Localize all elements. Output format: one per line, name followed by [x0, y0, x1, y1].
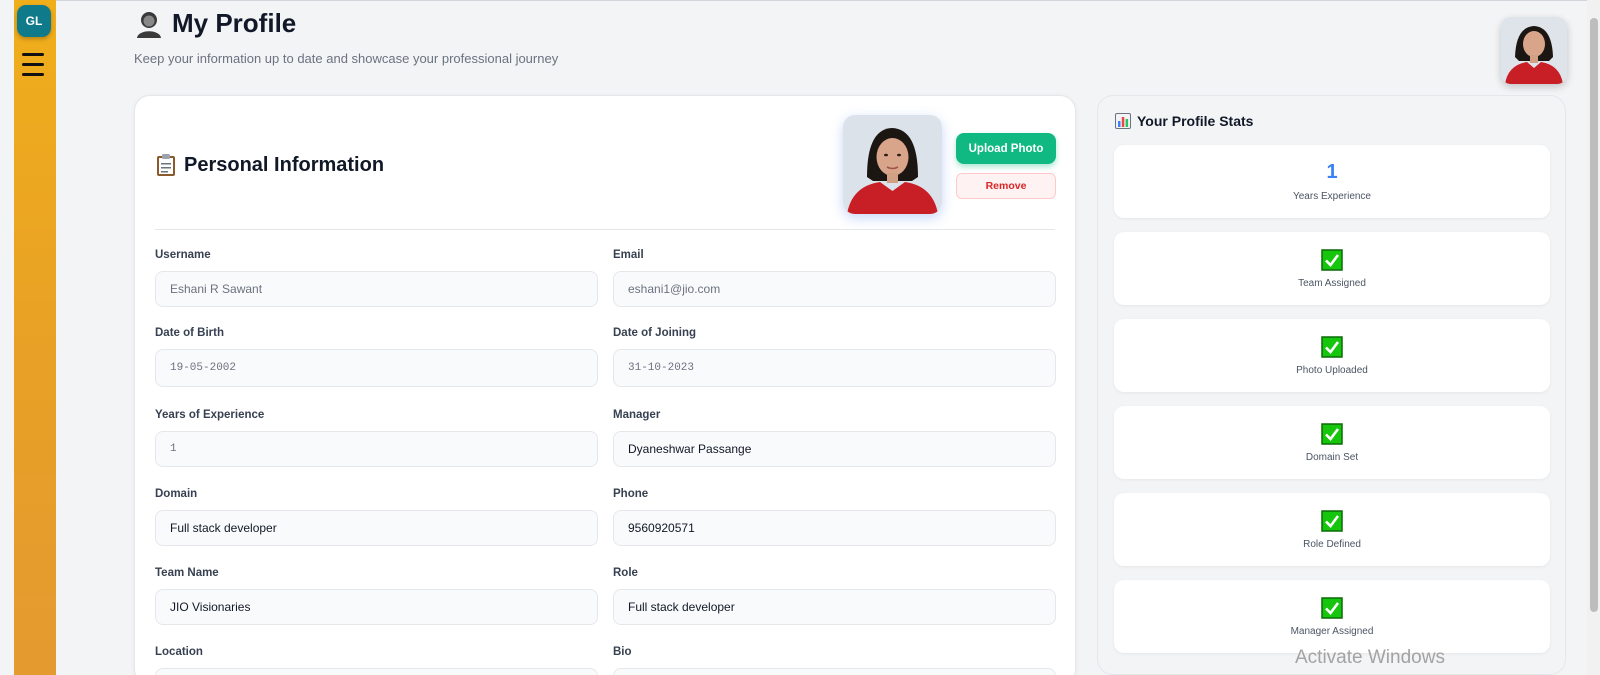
- upload-photo-button[interactable]: Upload Photo: [956, 133, 1056, 164]
- stat-label-team: Team Assigned: [1298, 277, 1366, 289]
- email-label: Email: [613, 249, 644, 261]
- team-name-field[interactable]: [155, 589, 598, 625]
- bar-chart-icon: [1115, 113, 1131, 129]
- stat-label-domain: Domain Set: [1305, 451, 1359, 463]
- stat-card-manager: Manager Assigned: [1114, 580, 1550, 653]
- stat-label-photo: Photo Uploaded: [1296, 364, 1368, 376]
- clipboard-icon: [157, 154, 175, 176]
- experience-field[interactable]: [155, 431, 598, 467]
- app-logo[interactable]: GL: [17, 5, 51, 37]
- stat-label-role: Role Defined: [1303, 538, 1361, 550]
- bio-label: Bio: [613, 646, 632, 658]
- profile-stats-panel: Your Profile Stats 1 Years Experience Te…: [1097, 95, 1566, 675]
- stat-card-role: Role Defined: [1114, 493, 1550, 566]
- role-label: Role: [613, 567, 638, 579]
- person-silhouette-icon: [137, 11, 161, 38]
- team-name-label: Team Name: [155, 567, 219, 579]
- doj-label: Date of Joining: [613, 327, 697, 339]
- location-field[interactable]: [155, 668, 598, 675]
- page-scrollbar[interactable]: [1587, 0, 1600, 675]
- domain-field[interactable]: [155, 510, 598, 546]
- check-mark-icon: [1321, 509, 1343, 532]
- doj-field[interactable]: [613, 349, 1056, 387]
- manager-label: Manager: [613, 409, 661, 421]
- email-field[interactable]: [613, 271, 1056, 307]
- page-title-text: My Profile: [172, 8, 297, 38]
- scrollbar-thumb[interactable]: [1590, 18, 1598, 612]
- check-mark-icon: [1321, 596, 1343, 619]
- dob-label: Date of Birth: [155, 327, 224, 339]
- dob-field[interactable]: [155, 349, 598, 387]
- stats-title: Your Profile Stats: [1115, 113, 1253, 129]
- stat-card-team: Team Assigned: [1114, 232, 1550, 305]
- username-field[interactable]: [155, 271, 598, 307]
- stat-card-photo: Photo Uploaded: [1114, 319, 1550, 392]
- remove-photo-button[interactable]: Remove: [956, 173, 1056, 199]
- stat-card-experience: 1 Years Experience: [1114, 145, 1550, 218]
- role-field[interactable]: [613, 589, 1056, 625]
- activate-windows-watermark: Activate Windows: [1295, 647, 1445, 668]
- personal-info-title: Personal Information: [155, 153, 384, 177]
- stat-label-manager: Manager Assigned: [1290, 625, 1374, 637]
- username-label: Username: [155, 249, 211, 261]
- stat-card-domain: Domain Set: [1114, 406, 1550, 479]
- check-mark-icon: [1321, 335, 1343, 358]
- location-label: Location: [155, 646, 203, 658]
- page-title: My Profile: [134, 8, 296, 39]
- domain-label: Domain: [155, 488, 198, 500]
- personal-info-card: Personal Information Upload Photo Remove…: [134, 95, 1076, 675]
- bio-field[interactable]: [613, 668, 1056, 675]
- stat-label-experience: Years Experience: [1292, 191, 1371, 202]
- personal-info-title-text: Personal Information: [184, 153, 385, 176]
- check-mark-icon: [1321, 248, 1343, 271]
- left-sidebar: GL: [14, 0, 56, 675]
- user-avatar[interactable]: [1501, 17, 1567, 84]
- section-divider: [155, 229, 1055, 230]
- hamburger-menu-icon[interactable]: [22, 53, 44, 77]
- top-border: [56, 0, 1600, 1]
- page-subtitle: Keep your information up to date and sho…: [134, 51, 559, 66]
- phone-label: Phone: [613, 488, 649, 500]
- manager-field[interactable]: [613, 431, 1056, 467]
- check-mark-icon: [1321, 422, 1343, 445]
- phone-field[interactable]: [613, 510, 1056, 546]
- stats-title-text: Your Profile Stats: [1137, 113, 1254, 129]
- experience-label: Years of Experience: [155, 409, 265, 421]
- stat-value-experience: 1: [1326, 161, 1338, 183]
- profile-photo: [843, 115, 942, 214]
